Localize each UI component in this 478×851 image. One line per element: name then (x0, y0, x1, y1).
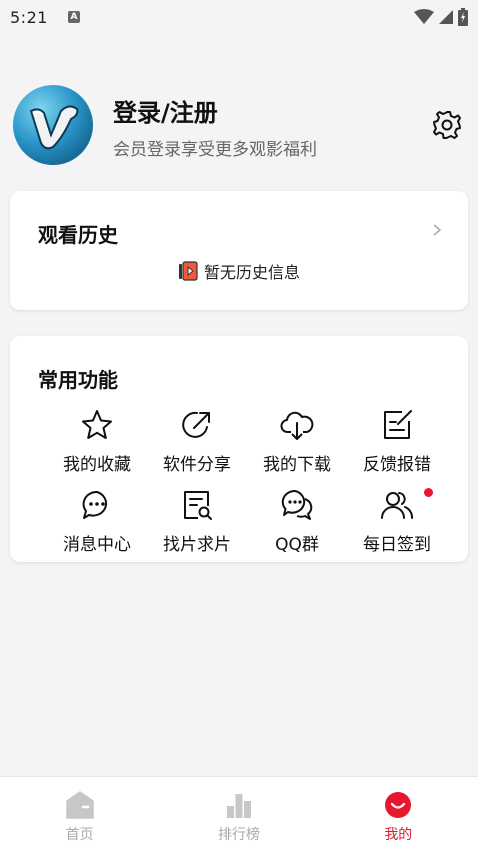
battery-icon (458, 8, 468, 26)
favorites-label: 我的收藏 (63, 455, 131, 475)
functions-grid: 我的收藏 软件分享 我的下载 反馈报错 消息中心 找片求片 QQ群 每日签到 (47, 408, 447, 568)
downloads-label: 我的下载 (263, 455, 331, 475)
profile-header[interactable]: 登录/注册 会员登录享受更多观影福利 (13, 85, 465, 165)
wifi-icon (414, 9, 434, 24)
star-icon (80, 408, 114, 442)
daily-checkin-label: 每日签到 (363, 535, 431, 555)
chat-group-icon (280, 488, 314, 522)
watch-history-card[interactable]: 观看历史 暂无历史信息 (10, 191, 468, 310)
qq-group-label: QQ群 (275, 535, 319, 555)
nav-home[interactable]: 首页 (0, 777, 159, 851)
share-icon (180, 408, 214, 442)
feedback-button[interactable]: 反馈报错 (347, 408, 447, 488)
home-icon (65, 791, 94, 819)
nav-ranking-label: 排行榜 (217, 827, 260, 843)
login-register-title[interactable]: 登录/注册 (113, 93, 218, 128)
feedback-icon (380, 408, 414, 442)
message-icon (80, 488, 114, 522)
share-app-label: 软件分享 (163, 455, 231, 475)
nav-mine[interactable]: 我的 (319, 777, 478, 851)
message-center-label: 消息中心 (63, 535, 131, 555)
settings-button[interactable] (429, 107, 465, 143)
app-logo-icon (29, 105, 79, 150)
cell-signal-icon (439, 10, 453, 24)
qq-group-button[interactable]: QQ群 (247, 488, 347, 568)
avatar[interactable] (13, 85, 93, 165)
nav-ranking[interactable]: 排行榜 (159, 777, 318, 851)
favorites-button[interactable]: 我的收藏 (47, 408, 147, 488)
find-movie-label: 找片求片 (163, 535, 231, 555)
status-bar: 5:21 A (0, 0, 478, 34)
nav-home-label: 首页 (65, 827, 94, 843)
feedback-label: 反馈报错 (363, 455, 431, 475)
notification-dot (424, 488, 433, 497)
status-time: 5:21 (10, 7, 48, 27)
share-app-button[interactable]: 软件分享 (147, 408, 247, 488)
gear-icon (433, 111, 461, 139)
common-functions-title: 常用功能 (38, 368, 118, 392)
history-empty-text: 暂无历史信息 (203, 263, 300, 282)
notification-a-icon: A (67, 11, 80, 23)
nav-mine-label: 我的 (384, 827, 413, 843)
video-history-icon (178, 261, 198, 281)
find-movie-button[interactable]: 找片求片 (147, 488, 247, 568)
smile-icon (385, 792, 412, 818)
search-doc-icon (180, 488, 214, 522)
common-functions-card: 常用功能 我的收藏 软件分享 我的下载 反馈报错 消息中心 找片求片 QQ群 每… (10, 336, 468, 562)
login-benefit-subtitle: 会员登录享受更多观影福利 (113, 140, 317, 160)
cloud-download-icon (280, 408, 314, 442)
bar-chart-icon (226, 794, 251, 818)
status-icons (414, 8, 468, 26)
watch-history-title: 观看历史 (38, 223, 118, 247)
message-center-button[interactable]: 消息中心 (47, 488, 147, 568)
history-empty-state: 暂无历史信息 (10, 259, 468, 283)
users-icon (380, 488, 414, 522)
chevron-right-icon[interactable] (430, 223, 444, 237)
daily-checkin-button[interactable]: 每日签到 (347, 488, 447, 568)
bottom-nav: 首页 排行榜 我的 (0, 776, 478, 851)
downloads-button[interactable]: 我的下载 (247, 408, 347, 488)
